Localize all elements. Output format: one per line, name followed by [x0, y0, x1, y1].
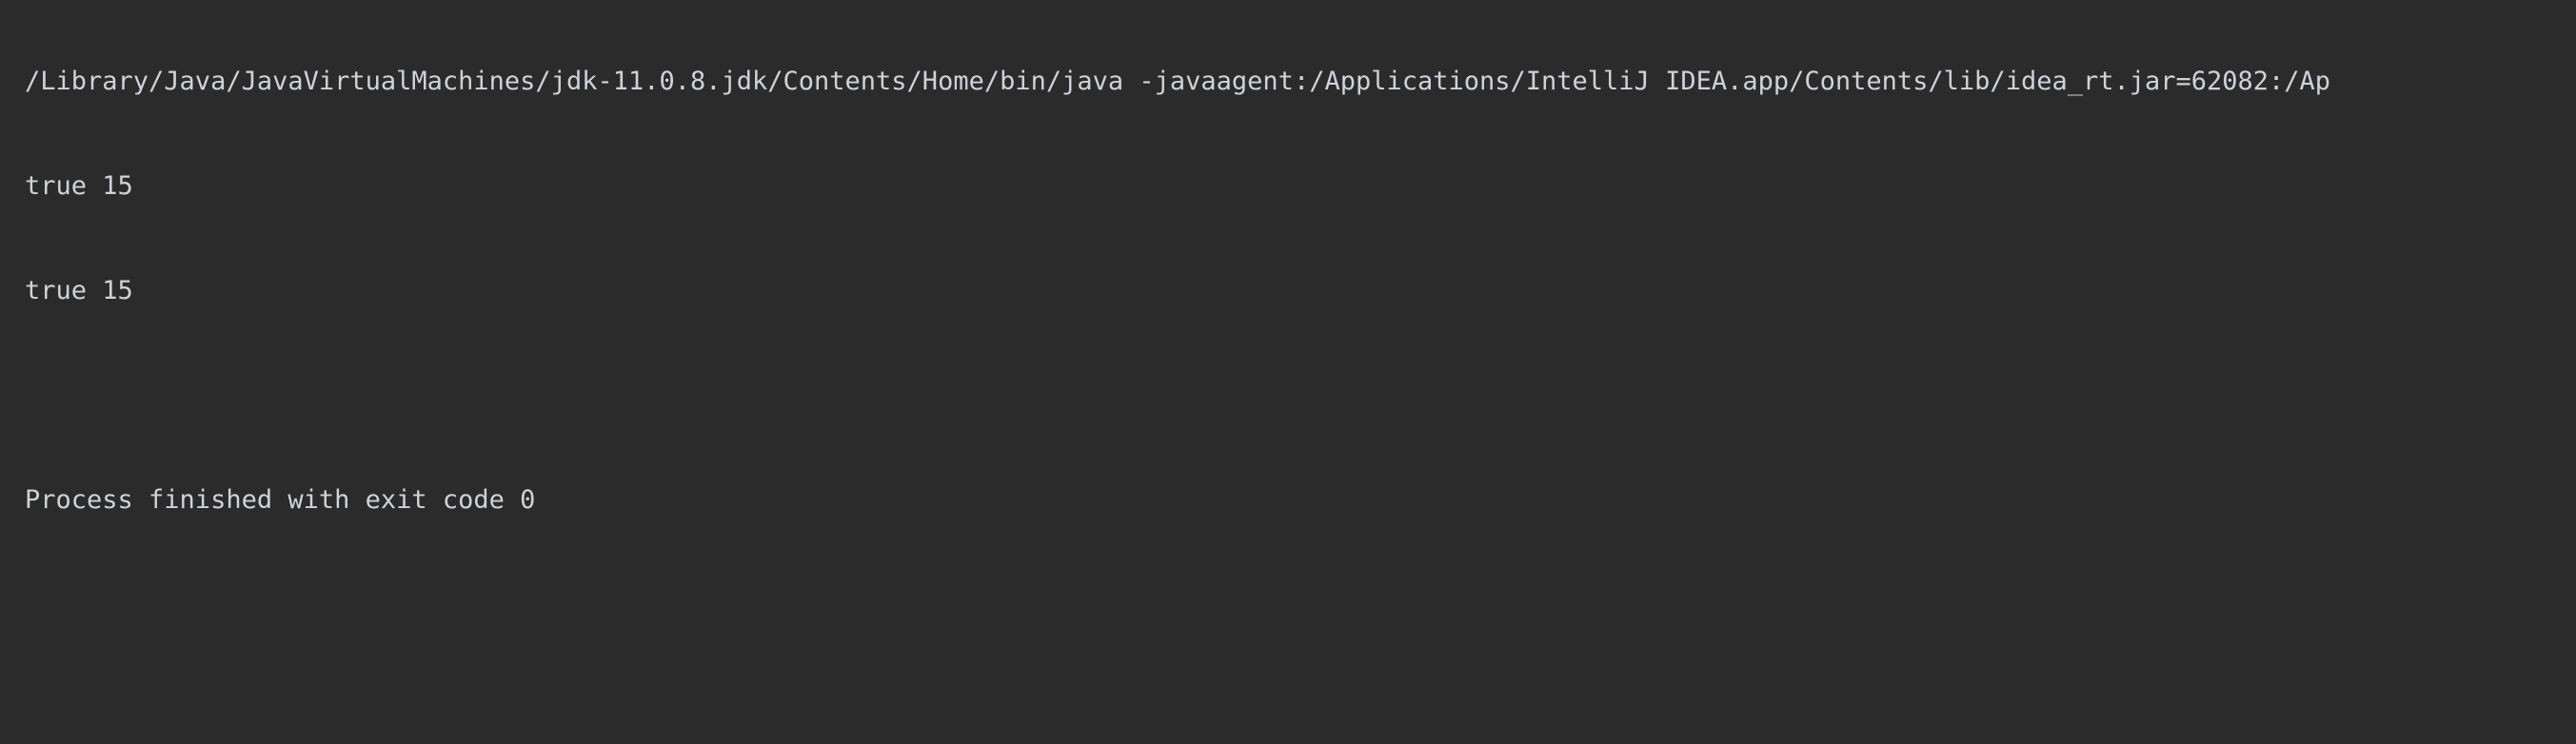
- console-output: /Library/Java/JavaVirtualMachines/jdk-11…: [25, 0, 2576, 582]
- exit-message: Process finished with exit code 0: [25, 485, 536, 515]
- output-line: true 15: [25, 171, 133, 201]
- run-console[interactable]: /Library/Java/JavaVirtualMachines/jdk-11…: [0, 0, 2576, 744]
- output-line: true 15: [25, 276, 133, 305]
- command-line: /Library/Java/JavaVirtualMachines/jdk-11…: [25, 67, 2331, 96]
